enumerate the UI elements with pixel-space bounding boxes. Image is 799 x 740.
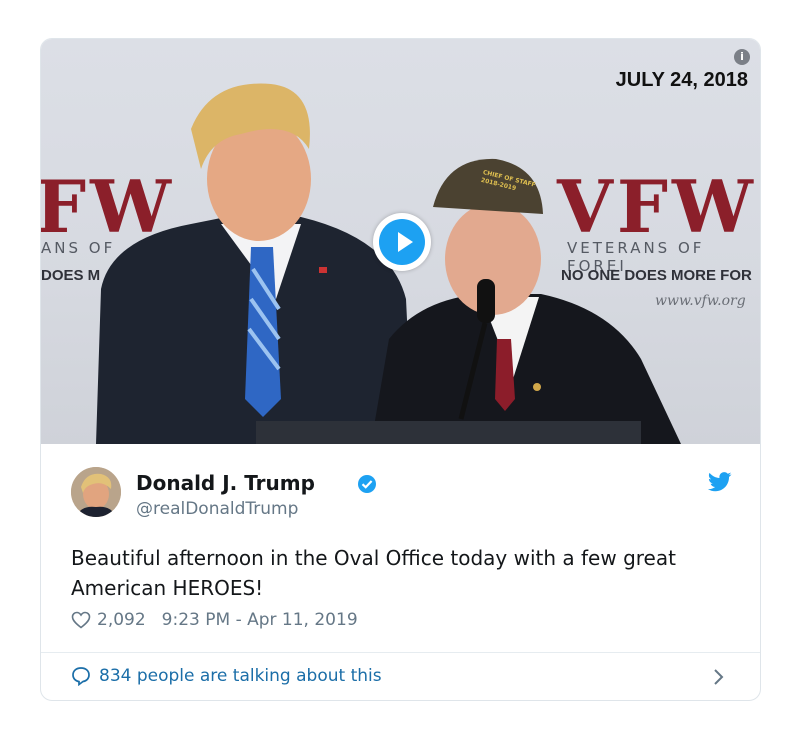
twitter-bird-icon[interactable]	[708, 472, 732, 492]
speech-bubble-icon	[72, 667, 90, 686]
author-name[interactable]: Donald J. Trump	[136, 471, 315, 495]
verified-badge-icon	[358, 475, 376, 493]
info-icon[interactable]: i	[734, 49, 750, 65]
heart-icon[interactable]	[71, 611, 91, 629]
like-count[interactable]: 2,092	[97, 610, 146, 630]
conversation-count[interactable]: 834 people are talking about this	[99, 666, 382, 686]
chevron-right-icon[interactable]	[712, 666, 726, 688]
embedded-tweet-card[interactable]: FW ANS OF DOES M VFW VETERANS OF FOREI N…	[40, 38, 761, 701]
conversation-link[interactable]: 834 people are talking about this	[71, 666, 382, 686]
avatar-image	[71, 467, 121, 517]
tweet-body[interactable]: Donald J. Trump @realDonaldTrump Beautif…	[41, 444, 760, 700]
tweet-timestamp[interactable]: 9:23 PM - Apr 11, 2019	[162, 610, 358, 630]
video-media[interactable]: FW ANS OF DOES M VFW VETERANS OF FOREI N…	[41, 39, 760, 444]
tweet-text: Beautiful afternoon in the Oval Office t…	[71, 546, 676, 600]
divider	[41, 652, 760, 653]
date-overlay: JULY 24, 2018	[615, 69, 748, 91]
author-handle[interactable]: @realDonaldTrump	[136, 499, 298, 519]
tweet-meta: 2,092 9:23 PM - Apr 11, 2019	[71, 610, 358, 630]
avatar[interactable]	[71, 467, 121, 517]
play-icon[interactable]	[379, 219, 425, 265]
play-button[interactable]	[373, 213, 431, 271]
